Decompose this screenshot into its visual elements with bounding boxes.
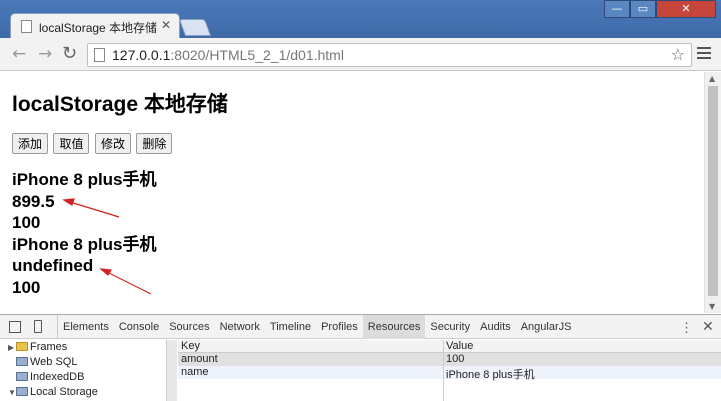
inspect-element-icon[interactable] <box>9 321 21 333</box>
column-header-key[interactable]: Key <box>181 340 200 352</box>
tree-item-label: Frames <box>30 341 68 353</box>
new-tab-button[interactable] <box>178 19 212 36</box>
tree-item-frames[interactable]: ▶ Frames <box>8 341 67 353</box>
table-row[interactable]: amount 100 <box>178 353 721 366</box>
column-divider[interactable] <box>443 340 444 401</box>
tab-title: localStorage 本地存储 <box>39 21 158 35</box>
annotation-arrowhead <box>62 198 75 206</box>
folder-icon <box>16 342 28 351</box>
table-row[interactable]: name iPhone 8 plus手机 <box>178 366 721 381</box>
key-cell: amount <box>181 353 218 365</box>
minimize-button[interactable]: — <box>604 0 630 18</box>
device-mode-icon[interactable] <box>34 320 42 333</box>
devtools-tabs: Elements Console Sources Network Timelin… <box>57 315 576 339</box>
column-header-value[interactable]: Value <box>446 340 473 352</box>
address-bar[interactable]: 127.0.0.1:8020/HTML5_2_1/d01.html ☆ <box>87 43 692 67</box>
tab-sources[interactable]: Sources <box>164 315 214 339</box>
tab-network[interactable]: Network <box>215 315 265 339</box>
window-titlebar: localStorage 本地存储 ✕ — ▭ ✕ <box>0 0 721 39</box>
close-devtools-icon[interactable]: ✕ <box>702 318 714 335</box>
page-favicon-icon <box>21 20 32 33</box>
tree-item-label: Web SQL <box>30 356 78 368</box>
tree-item-local-storage[interactable]: ▼ Local Storage <box>8 386 98 398</box>
tab-console[interactable]: Console <box>114 315 164 339</box>
storage-icon <box>16 387 28 396</box>
annotation-arrowhead <box>99 268 113 276</box>
tab-elements[interactable]: Elements <box>58 315 114 339</box>
scroll-up-icon[interactable]: ▲ <box>709 74 715 83</box>
more-options-icon[interactable]: ⋮ <box>680 320 693 336</box>
url-path: :8020/HTML5_2_1/d01.html <box>170 47 344 63</box>
tab-timeline[interactable]: Timeline <box>265 315 316 339</box>
tab-audits[interactable]: Audits <box>475 315 516 339</box>
tab-resources[interactable]: Resources <box>362 315 426 339</box>
browser-toolbar: ← → ↻ 127.0.0.1:8020/HTML5_2_1/d01.html … <box>0 38 721 71</box>
devtools-toolbar: Elements Console Sources Network Timelin… <box>0 315 721 339</box>
tree-item-label: Local Storage <box>30 386 98 398</box>
resources-tree: ▶ Frames Web SQL IndexedDB ▼ Local Storage <box>0 340 166 401</box>
page-icon <box>94 48 105 62</box>
url-text: 127.0.0.1:8020/HTML5_2_1/d01.html <box>112 47 344 63</box>
bookmark-star-icon[interactable]: ☆ <box>671 45 685 64</box>
annotation-arrow <box>69 201 120 218</box>
forward-arrow-icon[interactable]: → <box>38 42 52 66</box>
tree-scrollbar[interactable] <box>166 340 177 401</box>
storage-table: Key Value amount 100 name iPhone 8 plus手… <box>178 340 721 401</box>
page-viewport: localStorage 本地存储 添加 取值 修改 删除 iPhone 8 p… <box>0 72 704 313</box>
key-cell: name <box>181 366 209 378</box>
scrollbar-thumb[interactable] <box>708 86 718 296</box>
page-scrollbar[interactable]: ▲ ▼ <box>704 72 721 313</box>
tab-angularjs[interactable]: AngularJS <box>516 315 577 339</box>
tree-item-web-sql[interactable]: Web SQL <box>8 356 78 368</box>
hamburger-menu-icon[interactable] <box>697 45 711 62</box>
database-icon <box>16 357 28 366</box>
tab-close-icon[interactable]: ✕ <box>161 18 171 32</box>
scroll-down-icon[interactable]: ▼ <box>709 302 715 311</box>
annotation-arrows <box>62 198 152 295</box>
tree-item-indexeddb[interactable]: IndexedDB <box>8 371 84 383</box>
collapse-triangle-icon[interactable]: ▼ <box>8 388 16 397</box>
tab-security[interactable]: Security <box>425 315 475 339</box>
reload-icon[interactable]: ↻ <box>62 42 77 66</box>
database-icon <box>16 372 28 381</box>
table-header: Key Value <box>178 340 721 353</box>
expand-triangle-icon[interactable]: ▶ <box>8 343 16 352</box>
tree-item-label: IndexedDB <box>30 371 85 383</box>
maximize-button[interactable]: ▭ <box>630 0 656 18</box>
annotation-arrow <box>106 271 152 295</box>
back-arrow-icon[interactable]: ← <box>12 42 26 66</box>
url-host: 127.0.0.1 <box>112 47 171 63</box>
value-cell: iPhone 8 plus手机 <box>446 369 535 381</box>
browser-tab[interactable]: localStorage 本地存储 ✕ <box>10 13 180 39</box>
devtools-panel: Elements Console Sources Network Timelin… <box>0 314 721 401</box>
close-window-button[interactable]: ✕ <box>656 0 716 18</box>
tab-profiles[interactable]: Profiles <box>316 315 363 339</box>
value-cell: 100 <box>446 353 465 365</box>
